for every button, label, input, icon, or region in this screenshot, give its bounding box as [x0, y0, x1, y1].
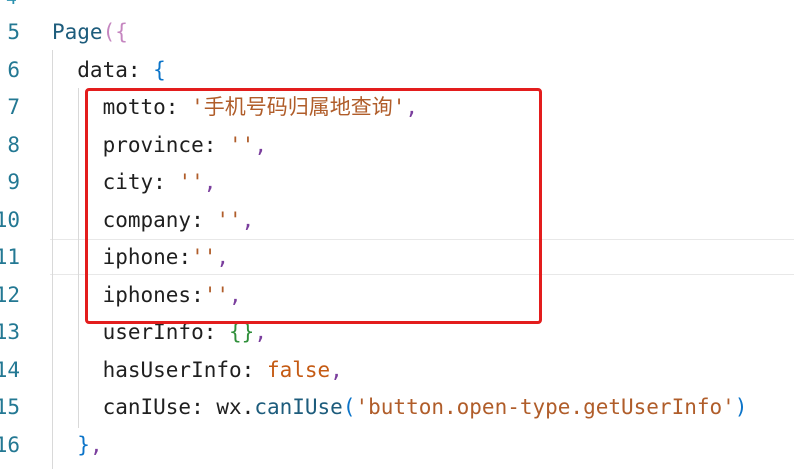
code-token: Page [52, 20, 103, 44]
code-token: : [241, 357, 267, 382]
code-token: ( [102, 20, 116, 44]
annotation-highlight-box [85, 88, 542, 324]
line-number: 16 [0, 432, 20, 457]
code-token: : [191, 395, 217, 419]
code-token: 'button.open-type.getUserInfo' [355, 395, 735, 419]
code-token: wx [216, 395, 242, 419]
code-token: , [330, 357, 343, 382]
line-number: 10 [0, 207, 20, 232]
code-token: { [115, 20, 128, 44]
line-number: 12 [0, 282, 20, 307]
line-number: 13 [0, 320, 20, 344]
line-number: 5 [7, 20, 20, 44]
code-token: , [89, 432, 103, 457]
line-number: 7 [7, 95, 20, 119]
line-number: 6 [7, 57, 20, 82]
code-line[interactable]: 6 data: { [0, 52, 794, 89]
code-text: hasUserInfo: false, [52, 352, 343, 389]
code-token: data [52, 57, 128, 82]
partial-line-number: 4 [6, 0, 20, 9]
code-token: . [241, 395, 255, 419]
code-text: Page({ [52, 14, 128, 51]
line-number: 15 [0, 395, 20, 419]
code-token: canIUse [52, 395, 192, 419]
code-text: canIUse: wx.canIUse('button.open-type.ge… [52, 389, 748, 426]
code-token: { [153, 57, 166, 82]
line-number: 8 [7, 132, 20, 157]
code-line[interactable]: 14 hasUserInfo: false, [0, 352, 794, 389]
code-token: false [266, 357, 331, 382]
code-token: canIUse [254, 395, 343, 419]
code-token: ( [342, 395, 356, 419]
code-token: } [52, 432, 90, 457]
code-line[interactable]: 16 }, [0, 427, 794, 464]
line-number: 9 [7, 170, 20, 194]
line-number: 14 [0, 357, 20, 382]
line-number: 11 [0, 245, 20, 269]
code-token: : [127, 57, 154, 82]
code-text: data: { [52, 52, 166, 89]
code-line[interactable]: 5 Page({ [0, 14, 794, 51]
code-line[interactable]: 15 canIUse: wx.canIUse('button.open-type… [0, 389, 794, 426]
code-token: ) [734, 395, 748, 419]
code-token: hasUserInfo [52, 357, 242, 382]
code-editor[interactable]: 4 5Page({6 data: {7 motto: '手机号码归属地查询',8… [0, 0, 794, 469]
code-text: }, [52, 427, 103, 464]
